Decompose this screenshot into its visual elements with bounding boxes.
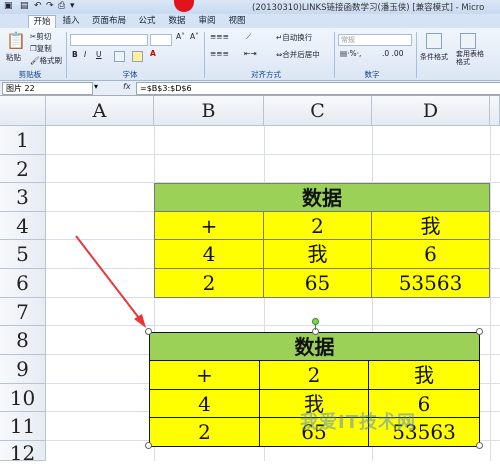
currency-icon[interactable]: ▤·%·,	[340, 49, 361, 58]
red-arrow-icon	[75, 235, 146, 328]
font-name-select[interactable]	[70, 34, 148, 46]
formula-bar: 图片 22 ▾ fx =$B$3:$D$6	[0, 81, 500, 96]
ribbon-tabs: 开始 插入 页面布局 公式 数据 审阅 视图	[0, 14, 500, 29]
table-format-icon[interactable]	[460, 33, 476, 49]
copy-button[interactable]: ❐复制	[30, 43, 52, 54]
group-separator	[334, 32, 335, 78]
cut-button[interactable]: ✂剪切	[30, 31, 51, 42]
decimal-icon[interactable]: .0 .00	[382, 49, 403, 58]
paste-button[interactable]: 粘贴	[6, 52, 21, 63]
paste-icon[interactable]: 📋	[6, 31, 26, 50]
tab-insert[interactable]: 插入	[58, 15, 84, 28]
font-size-select[interactable]	[150, 34, 172, 46]
undo-icon[interactable]: ↶	[34, 1, 42, 11]
red-marker	[174, 0, 194, 12]
grow-font-icon[interactable]: A˄	[176, 32, 185, 41]
window-title: (20130310)LINKS链接函数学习(潘玉侠) [兼容模式] - Micr…	[252, 3, 485, 13]
formula-input[interactable]: =$B$3:$D$6	[136, 82, 500, 95]
font-group-label: 字体	[122, 70, 138, 79]
orientation-icon[interactable]: ⟋	[246, 32, 251, 42]
underline-icon[interactable]: U	[96, 50, 102, 59]
italic-icon[interactable]: I	[84, 50, 86, 59]
align-top-icon[interactable]: ≡≡≡	[210, 32, 229, 41]
redo-icon[interactable]: ↷	[46, 1, 54, 11]
bold-icon[interactable]: B	[72, 50, 78, 59]
number-format-select[interactable]: 常规	[338, 34, 412, 46]
watermark-text: 我爱IT技术网	[300, 412, 416, 433]
print-icon[interactable]: ⎙	[58, 1, 65, 11]
group-separator	[204, 32, 205, 78]
brush-icon: 🖌	[30, 56, 40, 65]
ribbon: 📋 粘贴 ✂剪切 ❐复制 🖌格式刷 剪贴板 A˄ A˅ B I U A 字体 ≡…	[0, 28, 500, 81]
group-separator	[66, 32, 67, 78]
conditional-format-button[interactable]: 条件格式	[420, 52, 448, 62]
conditional-format-icon[interactable]	[426, 33, 442, 49]
excel-logo-icon[interactable]: ▣	[4, 1, 13, 11]
number-group-label: 数字	[364, 70, 380, 79]
copy-icon: ❐	[30, 44, 37, 53]
format-painter-button[interactable]: 🖌格式刷	[30, 55, 62, 66]
tab-view[interactable]: 视图	[224, 15, 250, 28]
shrink-font-icon[interactable]: A˅	[190, 32, 199, 41]
name-box[interactable]: 图片 22	[2, 82, 93, 95]
align-left-icon[interactable]: ≡≡≡	[210, 49, 229, 58]
namebox-dropdown-icon[interactable]: ▾	[94, 82, 98, 91]
tab-review[interactable]: 审阅	[194, 15, 220, 28]
indent-icon[interactable]: ⇤⇥	[244, 49, 257, 58]
tab-page-layout[interactable]: 页面布局	[88, 15, 130, 28]
wrap-text-button[interactable]: ↵自动换行	[276, 32, 312, 43]
alignment-group-label: 对齐方式	[251, 70, 281, 79]
font-color-icon[interactable]: A	[150, 49, 156, 58]
tab-home[interactable]: 开始	[28, 15, 56, 29]
tab-formulas[interactable]: 公式	[134, 15, 160, 28]
save-icon[interactable]: ▤	[20, 1, 29, 11]
qat-dropdown-icon[interactable]: ▾	[70, 1, 75, 11]
title-bar: ▣ ▤ ↶ ↷ ⎙ ▾ (20130310)LINKS链接函数学习(潘玉侠) […	[0, 0, 500, 14]
tab-data[interactable]: 数据	[164, 15, 190, 28]
clipboard-group-label: 剪贴板	[18, 70, 42, 79]
format-as-table-button[interactable]: 套用表格格式	[456, 50, 484, 66]
function-icon[interactable]: fx	[123, 82, 131, 91]
group-separator	[416, 32, 417, 78]
merge-center-button[interactable]: ⇔合并后居中	[276, 49, 320, 60]
border-icon[interactable]	[114, 51, 125, 62]
fill-color-icon[interactable]	[132, 51, 143, 62]
worksheet-grid[interactable]: A B C D 1 2 3 4 5 6 7 8 9 10 11 12 数据 + …	[0, 96, 500, 465]
